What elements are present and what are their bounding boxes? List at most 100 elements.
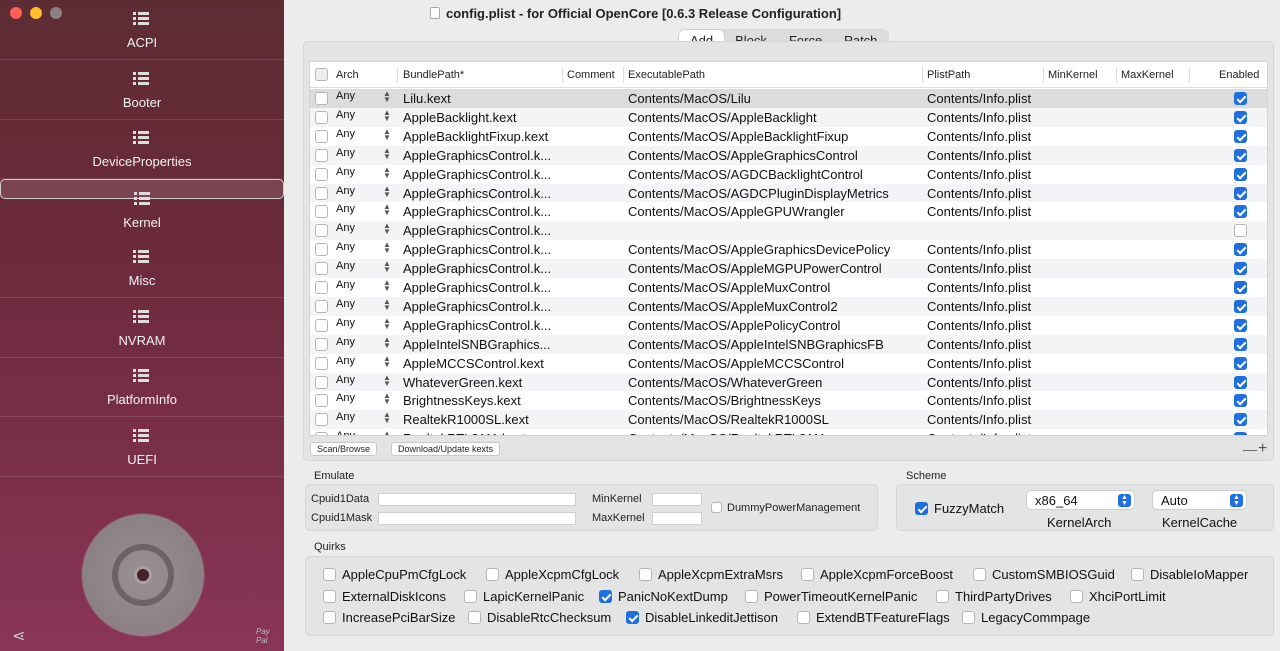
plist-path-cell[interactable]: Contents/Info.plist bbox=[927, 148, 1031, 163]
row-select-checkbox[interactable] bbox=[315, 413, 328, 427]
scan-browse-button[interactable]: Scan/Browse bbox=[310, 442, 378, 456]
row-select-checkbox[interactable] bbox=[315, 224, 328, 238]
quirk-checkbox[interactable] bbox=[468, 611, 481, 624]
paypal-logo[interactable]: Pay Pal bbox=[256, 627, 270, 645]
bundle-path-cell[interactable]: AppleGraphicsControl.k... bbox=[403, 318, 551, 333]
kext-table[interactable]: Arch BundlePath* Comment ExecutablePath Plis… bbox=[309, 61, 1268, 436]
quirk-checkbox[interactable] bbox=[745, 590, 758, 603]
arch-stepper-icon[interactable]: ▲▼ bbox=[383, 316, 391, 330]
executable-path-cell[interactable]: Contents/MacOS/RealtekR1000SL bbox=[628, 412, 829, 427]
select-all-checkbox[interactable] bbox=[315, 68, 328, 81]
executable-path-cell[interactable]: Contents/MacOS/AGDCPluginDisplayMetrics bbox=[628, 186, 889, 201]
table-row[interactable]: Any ▲ ▼ AppleGraphicsControl.k... Contents/M… bbox=[310, 145, 1267, 165]
column-header-minkernel[interactable]: MinKernel bbox=[1048, 69, 1098, 81]
plist-path-cell[interactable]: Contents/Info.plist bbox=[927, 299, 1031, 314]
table-row[interactable]: Any ▲ ▼ AppleGraphicsControl.k... Contents/M… bbox=[310, 278, 1267, 297]
executable-path-cell[interactable]: Contents/MacOS/AppleBacklight bbox=[628, 110, 817, 125]
table-row[interactable]: Any ▲ ▼ RealtekR1000SL.kext Contents/MacOS/R… bbox=[310, 410, 1267, 430]
bundle-path-cell[interactable]: WhateverGreen.kext bbox=[403, 375, 522, 390]
arch-cell[interactable]: Any bbox=[336, 374, 355, 386]
plist-path-cell[interactable]: Contents/Info.plist bbox=[927, 375, 1031, 390]
column-header-arch[interactable]: Arch bbox=[336, 69, 359, 81]
enabled-checkbox[interactable] bbox=[1234, 299, 1247, 313]
quirk-checkbox[interactable] bbox=[464, 590, 477, 603]
executable-path-cell[interactable]: Contents/MacOS/WhateverGreen bbox=[628, 375, 822, 390]
row-select-checkbox[interactable] bbox=[315, 281, 328, 294]
arch-stepper-icon[interactable]: ▲▼ bbox=[383, 354, 391, 368]
quirk-checkbox[interactable] bbox=[936, 590, 949, 603]
bundle-path-cell[interactable]: BrightnessKeys.kext bbox=[403, 393, 521, 408]
minkernel-field[interactable] bbox=[652, 493, 702, 506]
plist-path-cell[interactable]: Contents/Info.plist bbox=[927, 318, 1031, 333]
bundle-path-cell[interactable]: AppleGraphicsControl.k... bbox=[403, 299, 551, 314]
executable-path-cell[interactable]: Contents/MacOS/AppleGraphicsControl bbox=[628, 148, 858, 163]
enabled-checkbox[interactable] bbox=[1234, 262, 1247, 276]
arch-stepper-icon[interactable]: ▲▼ bbox=[383, 392, 391, 406]
enabled-checkbox[interactable] bbox=[1234, 281, 1247, 294]
arch-stepper-icon[interactable]: ▲▼ bbox=[383, 260, 391, 274]
bundle-path-cell[interactable]: AppleGraphicsControl.k... bbox=[403, 242, 551, 257]
arch-stepper-icon[interactable]: ▲▼ bbox=[383, 241, 391, 255]
row-select-checkbox[interactable] bbox=[315, 375, 328, 389]
enabled-checkbox[interactable] bbox=[1234, 413, 1247, 427]
sidebar-item-acpi[interactable]: ACPI bbox=[0, 0, 284, 60]
arch-stepper-icon[interactable]: ▲▼ bbox=[383, 430, 391, 435]
table-row[interactable]: Any ▲ ▼ AppleGraphicsControl.k... Contents/M… bbox=[310, 296, 1267, 316]
executable-path-cell[interactable]: Contents/MacOS/AppleGraphicsDevicePolicy bbox=[628, 242, 890, 257]
arch-stepper-icon[interactable]: ▲▼ bbox=[383, 279, 391, 293]
plist-path-cell[interactable]: Contents/Info.plist bbox=[927, 356, 1031, 371]
quirk-checkbox[interactable] bbox=[973, 568, 986, 581]
plist-path-cell[interactable]: Contents/Info.plist bbox=[927, 412, 1031, 427]
bundle-path-cell[interactable]: RealtekR1000SL.kext bbox=[403, 412, 529, 427]
quirk-checkbox[interactable] bbox=[797, 611, 810, 624]
table-row[interactable]: Any ▲▼ RealtekRTL8111.kext Contents/MacOS/R… bbox=[310, 429, 1267, 435]
bundle-path-cell[interactable]: AppleGraphicsControl.k... bbox=[403, 167, 551, 182]
enabled-checkbox[interactable] bbox=[1234, 148, 1247, 162]
table-row[interactable]: Any ▲ ▼ BrightnessKeys.kext Contents/MacOS/B… bbox=[310, 391, 1267, 411]
executable-path-cell[interactable]: Contents/MacOS/Lilu bbox=[628, 91, 751, 106]
row-select-checkbox[interactable] bbox=[315, 394, 328, 408]
enabled-checkbox[interactable] bbox=[1234, 186, 1247, 200]
arch-stepper-icon[interactable]: ▲▼ bbox=[383, 297, 391, 311]
quirk-checkbox[interactable] bbox=[962, 611, 975, 624]
column-header-bundlepath[interactable]: BundlePath* bbox=[403, 69, 464, 81]
enabled-checkbox[interactable] bbox=[1234, 110, 1247, 124]
sidebar-item-uefi[interactable]: UEFI bbox=[0, 417, 284, 477]
kernelcache-select[interactable]: Auto ▲ ▼ bbox=[1152, 490, 1247, 510]
bundle-path-cell[interactable]: AppleGraphicsControl.k... bbox=[403, 223, 551, 238]
table-row[interactable]: Any ▲ ▼ AppleGraphicsControl.k... Contents/M… bbox=[310, 183, 1267, 203]
table-row[interactable]: Any ▲ ▼ AppleGraphicsControl.k... Contents/M… bbox=[310, 164, 1267, 184]
table-row[interactable]: Any ▲ ▼ AppleMCCSControl.kext Contents/MacOS… bbox=[310, 353, 1267, 373]
row-select-checkbox[interactable] bbox=[315, 148, 328, 162]
row-select-checkbox[interactable] bbox=[315, 186, 328, 200]
sidebar-item-nvram[interactable]: NVRAM bbox=[0, 298, 284, 358]
bundle-path-cell[interactable]: RealtekRTL8111.kext bbox=[403, 431, 526, 435]
executable-path-cell[interactable]: Contents/MacOS/AppleMuxControl2 bbox=[628, 299, 838, 314]
table-row[interactable]: Any ▲ ▼ AppleIntelSNBGraphics... Contents/Ma… bbox=[310, 334, 1267, 354]
plist-path-cell[interactable]: Contents/Info.plist bbox=[927, 91, 1031, 106]
row-select-checkbox[interactable] bbox=[315, 92, 328, 105]
row-select-checkbox[interactable] bbox=[315, 262, 328, 276]
arch-stepper-icon[interactable]: ▲▼ bbox=[383, 335, 391, 349]
arch-cell[interactable]: Any bbox=[336, 411, 355, 423]
row-select-checkbox[interactable] bbox=[315, 110, 328, 124]
arch-stepper-icon[interactable]: ▲▼ bbox=[383, 90, 391, 104]
enabled-checkbox[interactable] bbox=[1234, 92, 1247, 105]
add-row-button[interactable]: + bbox=[1258, 440, 1267, 458]
executable-path-cell[interactable]: Contents/MacOS/AppleBacklightFixup bbox=[628, 129, 848, 144]
executable-path-cell[interactable]: Contents/MacOS/ApplePolicyControl bbox=[628, 318, 840, 333]
bundle-path-cell[interactable]: Lilu.kext bbox=[403, 91, 451, 106]
arch-stepper-icon[interactable]: ▲▼ bbox=[383, 203, 391, 217]
plist-path-cell[interactable]: Contents/Info.plist bbox=[927, 393, 1031, 408]
arch-stepper-icon[interactable]: ▲▼ bbox=[383, 146, 391, 160]
bundle-path-cell[interactable]: AppleGraphicsControl.k... bbox=[403, 204, 551, 219]
enabled-checkbox[interactable] bbox=[1234, 167, 1247, 181]
row-select-checkbox[interactable] bbox=[315, 299, 328, 313]
arch-cell[interactable]: Any bbox=[336, 392, 355, 404]
bundle-path-cell[interactable]: AppleGraphicsControl.k... bbox=[403, 148, 551, 163]
arch-cell[interactable]: Any bbox=[336, 260, 355, 272]
plist-path-cell[interactable]: Contents/Info.plist bbox=[927, 167, 1031, 182]
cpuid1mask-field[interactable] bbox=[378, 512, 576, 525]
table-row[interactable]: Any ▲ ▼ Lilu.kext Contents/MacOS/Lilu Content… bbox=[310, 89, 1267, 108]
share-icon[interactable]: ⋖ bbox=[12, 626, 25, 646]
